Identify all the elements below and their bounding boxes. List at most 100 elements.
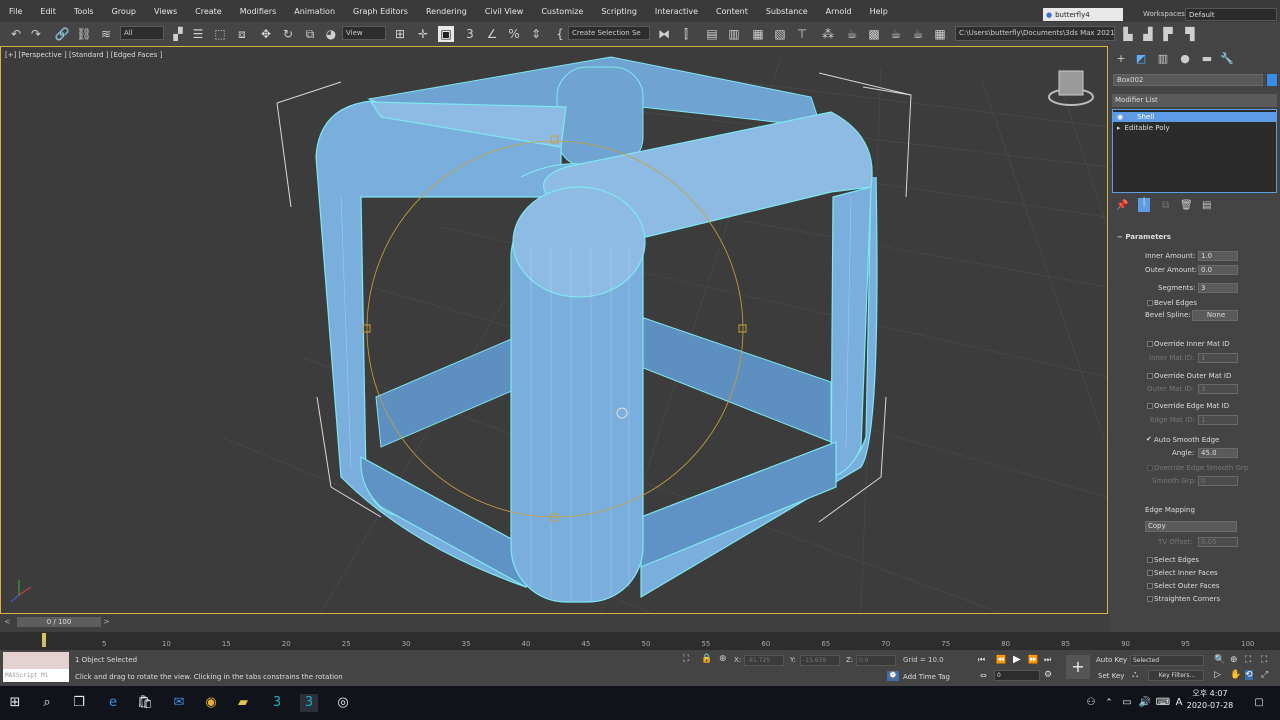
- modifier-list-dropdown[interactable]: Modifier List: [1112, 94, 1277, 107]
- viewport-label[interactable]: [+] [Perspective ] [Standard ] [Edged Fa…: [5, 51, 162, 59]
- spinner-snap-icon[interactable]: ⇕: [528, 26, 544, 42]
- select-outer-checkbox[interactable]: [1147, 583, 1153, 589]
- bind-spacewarp-icon[interactable]: ≋: [98, 26, 114, 42]
- current-frame-field[interactable]: 0: [994, 670, 1040, 681]
- notifications-icon[interactable]: ▢: [1250, 694, 1268, 712]
- outer-mat-id-spinner[interactable]: 3: [1198, 384, 1238, 394]
- menu-customize[interactable]: Customize: [532, 7, 592, 16]
- show-end-result-icon[interactable]: ⏐: [1138, 198, 1150, 212]
- stack-item-editable-poly[interactable]: ▸ Editable Poly: [1113, 123, 1276, 133]
- orbit-icon[interactable]: ⟲: [1245, 670, 1253, 680]
- override-inner-checkbox[interactable]: [1147, 341, 1153, 347]
- keyboard-shortcut-icon[interactable]: ▣: [438, 26, 454, 42]
- zoom-all-icon[interactable]: ⊕: [1230, 655, 1238, 665]
- menu-civil-view[interactable]: Civil View: [476, 7, 533, 16]
- viewport-canvas[interactable]: [1, 47, 1107, 613]
- edit-named-sets-icon[interactable]: {: [552, 26, 568, 42]
- menu-tools[interactable]: Tools: [65, 7, 103, 16]
- tray-chevron-icon[interactable]: ⌃: [1100, 694, 1118, 712]
- fov-icon[interactable]: ▷: [1214, 670, 1221, 680]
- zoom-extents-all-icon[interactable]: ⛶: [1261, 655, 1267, 665]
- render-setup-icon[interactable]: ☕: [844, 26, 860, 42]
- selection-filter-dropdown[interactable]: All: [120, 26, 164, 40]
- maxscript-mini-listener[interactable]: MAXScript Mi: [3, 669, 69, 682]
- select-object-icon[interactable]: ▞: [170, 26, 186, 42]
- key-mode-icon[interactable]: ⇔: [980, 671, 987, 680]
- project-settings-icon[interactable]: ▛: [1160, 26, 1176, 42]
- rect-selection-icon[interactable]: ⬚: [212, 26, 228, 42]
- z-coordinate-field[interactable]: 0.0: [856, 655, 896, 666]
- place-icon[interactable]: ◕: [323, 26, 339, 42]
- menu-group[interactable]: Group: [103, 7, 145, 16]
- auto-smooth-check-icon[interactable]: ✔: [1146, 435, 1152, 443]
- inner-amount-spinner[interactable]: 1.0: [1198, 251, 1238, 261]
- auto-key-button[interactable]: Auto Key: [1096, 656, 1128, 666]
- shell-object-front[interactable]: [315, 100, 878, 603]
- time-config-icon[interactable]: ⚙: [1044, 670, 1052, 680]
- volume-icon[interactable]: 🔊: [1136, 694, 1154, 712]
- user-account-dropdown[interactable]: ● butterfly4: [1043, 8, 1123, 21]
- curve-editor-icon[interactable]: ▧: [772, 26, 788, 42]
- expand-arrow-icon[interactable]: ▸: [1113, 124, 1125, 132]
- isolate-selection-icon[interactable]: ⛶: [683, 654, 689, 664]
- motion-tab-icon[interactable]: ●: [1178, 52, 1192, 66]
- parameters-rollout-title[interactable]: − Parameters: [1117, 233, 1171, 241]
- pin-stack-icon[interactable]: 📌: [1116, 200, 1128, 211]
- maximize-viewport-icon[interactable]: ⤢: [1261, 670, 1268, 680]
- y-coordinate-field[interactable]: -15.639: [800, 655, 840, 666]
- play-icon[interactable]: ▶: [1013, 654, 1021, 665]
- utilities-tab-icon[interactable]: 🔧: [1220, 52, 1234, 66]
- mail-icon[interactable]: ✉: [170, 694, 188, 712]
- absolute-mode-icon[interactable]: ⊕: [719, 654, 727, 664]
- display-tab-icon[interactable]: ▬: [1200, 52, 1214, 66]
- 3dsmax-icon[interactable]: 3: [268, 694, 286, 712]
- tv-offset-spinner[interactable]: 0.05: [1198, 537, 1238, 547]
- next-frame-arrow-icon[interactable]: >: [103, 617, 110, 626]
- windows-start-icon[interactable]: ⊞: [6, 694, 24, 712]
- goto-end-icon[interactable]: ⏭: [1044, 655, 1051, 665]
- edge-browser-icon[interactable]: e: [104, 694, 122, 712]
- key-filter-icon[interactable]: ⛬: [1132, 670, 1138, 680]
- outer-amount-spinner[interactable]: 0.0: [1198, 265, 1238, 275]
- rendered-frame-icon[interactable]: ▩: [866, 26, 882, 42]
- menu-views[interactable]: Views: [145, 7, 186, 16]
- mirror-icon[interactable]: ⧓: [656, 26, 672, 42]
- override-edge-checkbox[interactable]: [1147, 403, 1153, 409]
- menu-create[interactable]: Create: [186, 7, 231, 16]
- angle-snap-icon[interactable]: ∠: [484, 26, 500, 42]
- network-icon[interactable]: ▭: [1118, 694, 1136, 712]
- taskbar-clock[interactable]: 오후 4:07 2020-07-28: [1180, 688, 1240, 712]
- edge-mat-id-spinner[interactable]: 1: [1198, 415, 1238, 425]
- angle-spinner[interactable]: 45.0: [1198, 448, 1238, 458]
- inner-mat-id-spinner[interactable]: 1: [1198, 353, 1238, 363]
- snap-3d-icon[interactable]: 3: [462, 26, 478, 42]
- rotate-icon[interactable]: ↻: [280, 26, 296, 42]
- people-icon[interactable]: ⚇: [1082, 694, 1100, 712]
- object-name-field[interactable]: Box002: [1113, 74, 1263, 86]
- goto-start-icon[interactable]: ⏮: [978, 655, 985, 665]
- set-key-icon[interactable]: +: [1066, 655, 1090, 679]
- zoom-extents-icon[interactable]: ⛶: [1245, 655, 1251, 665]
- configure-sets-icon[interactable]: ▤: [1202, 200, 1211, 211]
- render-iterative-icon[interactable]: ☕: [910, 26, 926, 42]
- reference-coord-dropdown[interactable]: View: [342, 26, 386, 40]
- zoom-icon[interactable]: 🔍: [1214, 655, 1225, 665]
- select-edges-checkbox[interactable]: [1147, 557, 1153, 563]
- redo-icon[interactable]: ↷: [28, 26, 44, 42]
- toggle-ribbon-icon[interactable]: ▦: [750, 26, 766, 42]
- menu-rendering[interactable]: Rendering: [417, 7, 476, 16]
- menu-scripting[interactable]: Scripting: [592, 7, 646, 16]
- named-selection-sets-dropdown[interactable]: Create Selection Se: [568, 26, 650, 40]
- key-selection-dropdown[interactable]: Selected: [1130, 655, 1204, 666]
- perspective-viewport[interactable]: [+] [Perspective ] [Standard ] [Edged Fa…: [0, 46, 1108, 614]
- pan-icon[interactable]: ✋: [1230, 670, 1241, 680]
- render-cloud-icon[interactable]: ▦: [932, 26, 948, 42]
- manipulate-icon[interactable]: ✛: [415, 26, 431, 42]
- search-icon[interactable]: ⌕: [38, 694, 56, 712]
- select-inner-checkbox[interactable]: [1147, 570, 1153, 576]
- select-by-name-icon[interactable]: ☰: [190, 26, 206, 42]
- open-folder-icon[interactable]: ▟: [1140, 26, 1156, 42]
- menu-animation[interactable]: Animation: [285, 7, 344, 16]
- scale-icon[interactable]: ⧉: [302, 26, 318, 42]
- smooth-grp-spinner[interactable]: 0: [1198, 476, 1238, 486]
